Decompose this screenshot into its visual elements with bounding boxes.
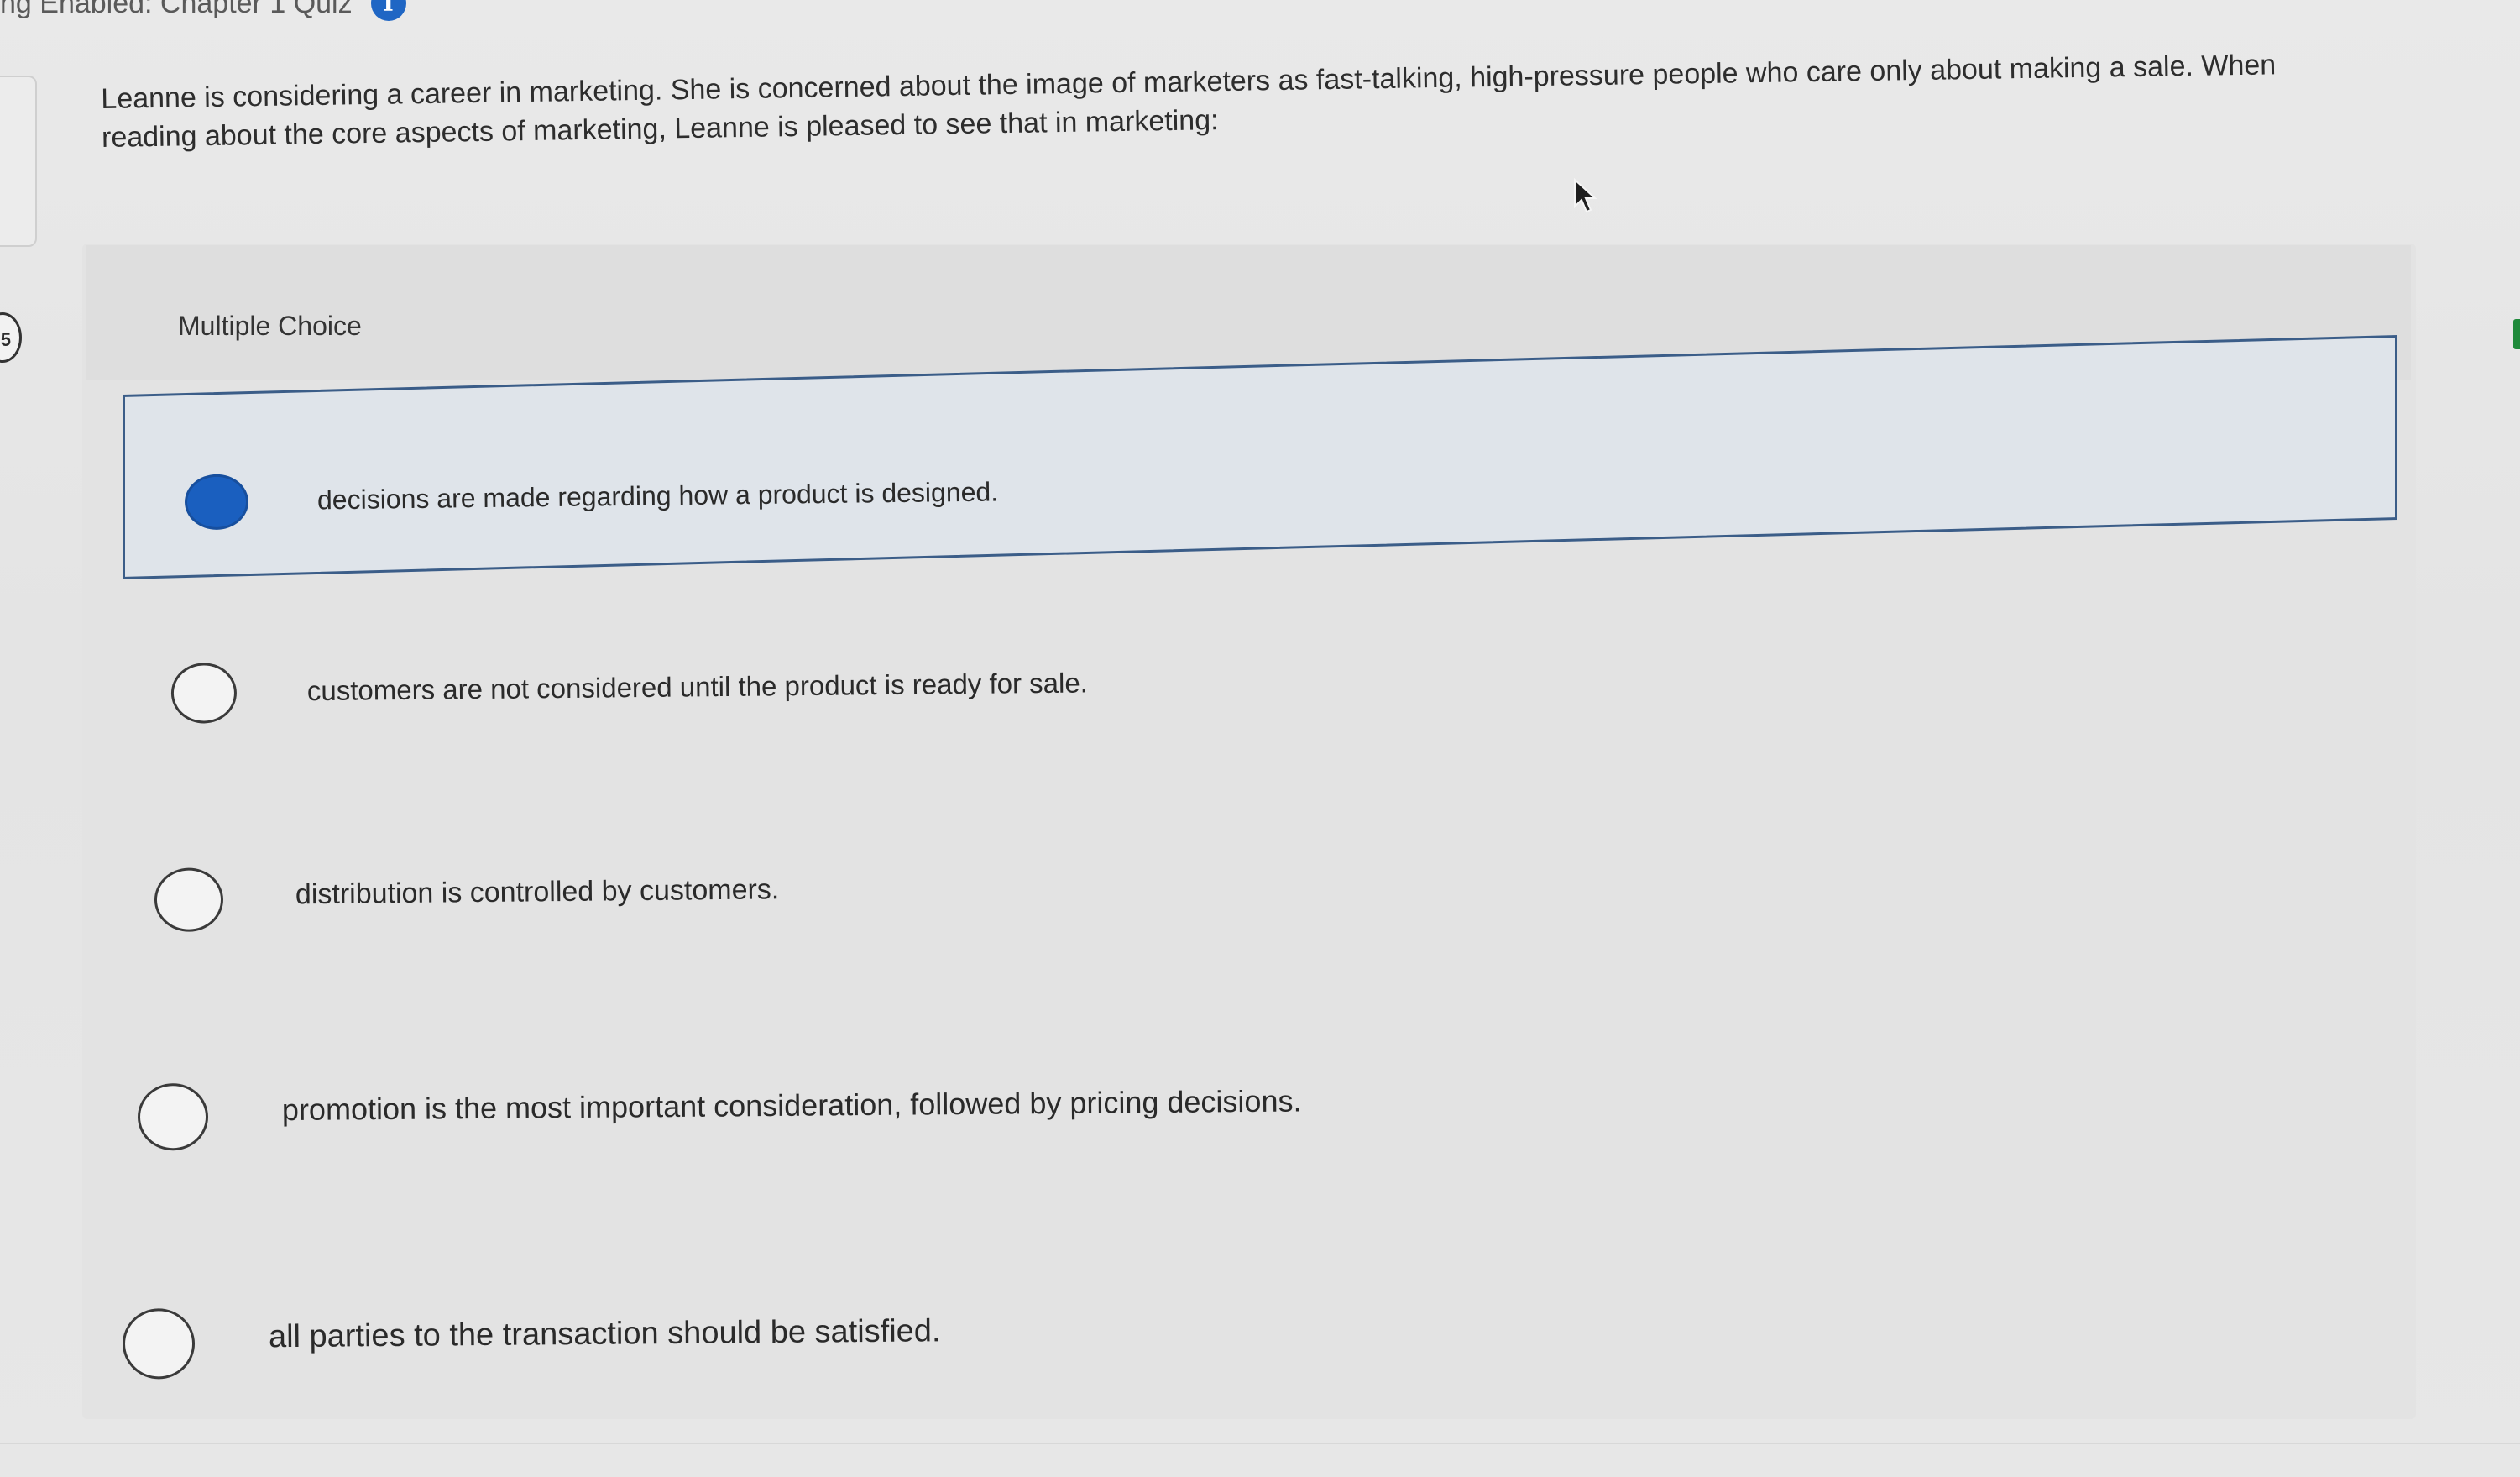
- right-edge-indicator: [2513, 319, 2520, 349]
- radio-button[interactable]: [137, 1082, 209, 1151]
- info-icon[interactable]: i: [370, 0, 406, 21]
- option-label: all parties to the transaction should be…: [268, 1313, 941, 1355]
- quiz-title: ng Enabled: Chapter 1 Quiz: [0, 0, 353, 19]
- quiz-header: ng Enabled: Chapter 1 Quiz i: [0, 0, 406, 21]
- divider: [0, 1443, 2520, 1444]
- radio-button[interactable]: [154, 867, 224, 933]
- option-label: decisions are made regarding how a produ…: [316, 476, 999, 516]
- answer-option[interactable]: distribution is controlled by customers.: [0, 801, 2402, 977]
- side-panel: [0, 76, 37, 247]
- question-type-label: Multiple Choice: [178, 311, 362, 341]
- answer-option[interactable]: decisions are made regarding how a produ…: [0, 397, 2402, 578]
- radio-selected[interactable]: [184, 474, 249, 531]
- option-label: distribution is controlled by customers.: [295, 873, 780, 911]
- answer-option[interactable]: all parties to the transaction should be…: [0, 1245, 2402, 1417]
- answer-option[interactable]: customers are not considered until the p…: [0, 598, 2402, 774]
- option-label: promotion is the most important consider…: [281, 1083, 1302, 1128]
- question-number-badge[interactable]: 5: [0, 312, 22, 363]
- question-text: Leanne is considering a career in market…: [101, 49, 2277, 154]
- radio-button[interactable]: [170, 663, 238, 724]
- mouse-cursor-icon: [1574, 178, 1597, 213]
- option-label: customers are not considered until the p…: [306, 667, 1089, 707]
- answer-option[interactable]: promotion is the most important consider…: [0, 1020, 2402, 1192]
- radio-button[interactable]: [122, 1307, 196, 1380]
